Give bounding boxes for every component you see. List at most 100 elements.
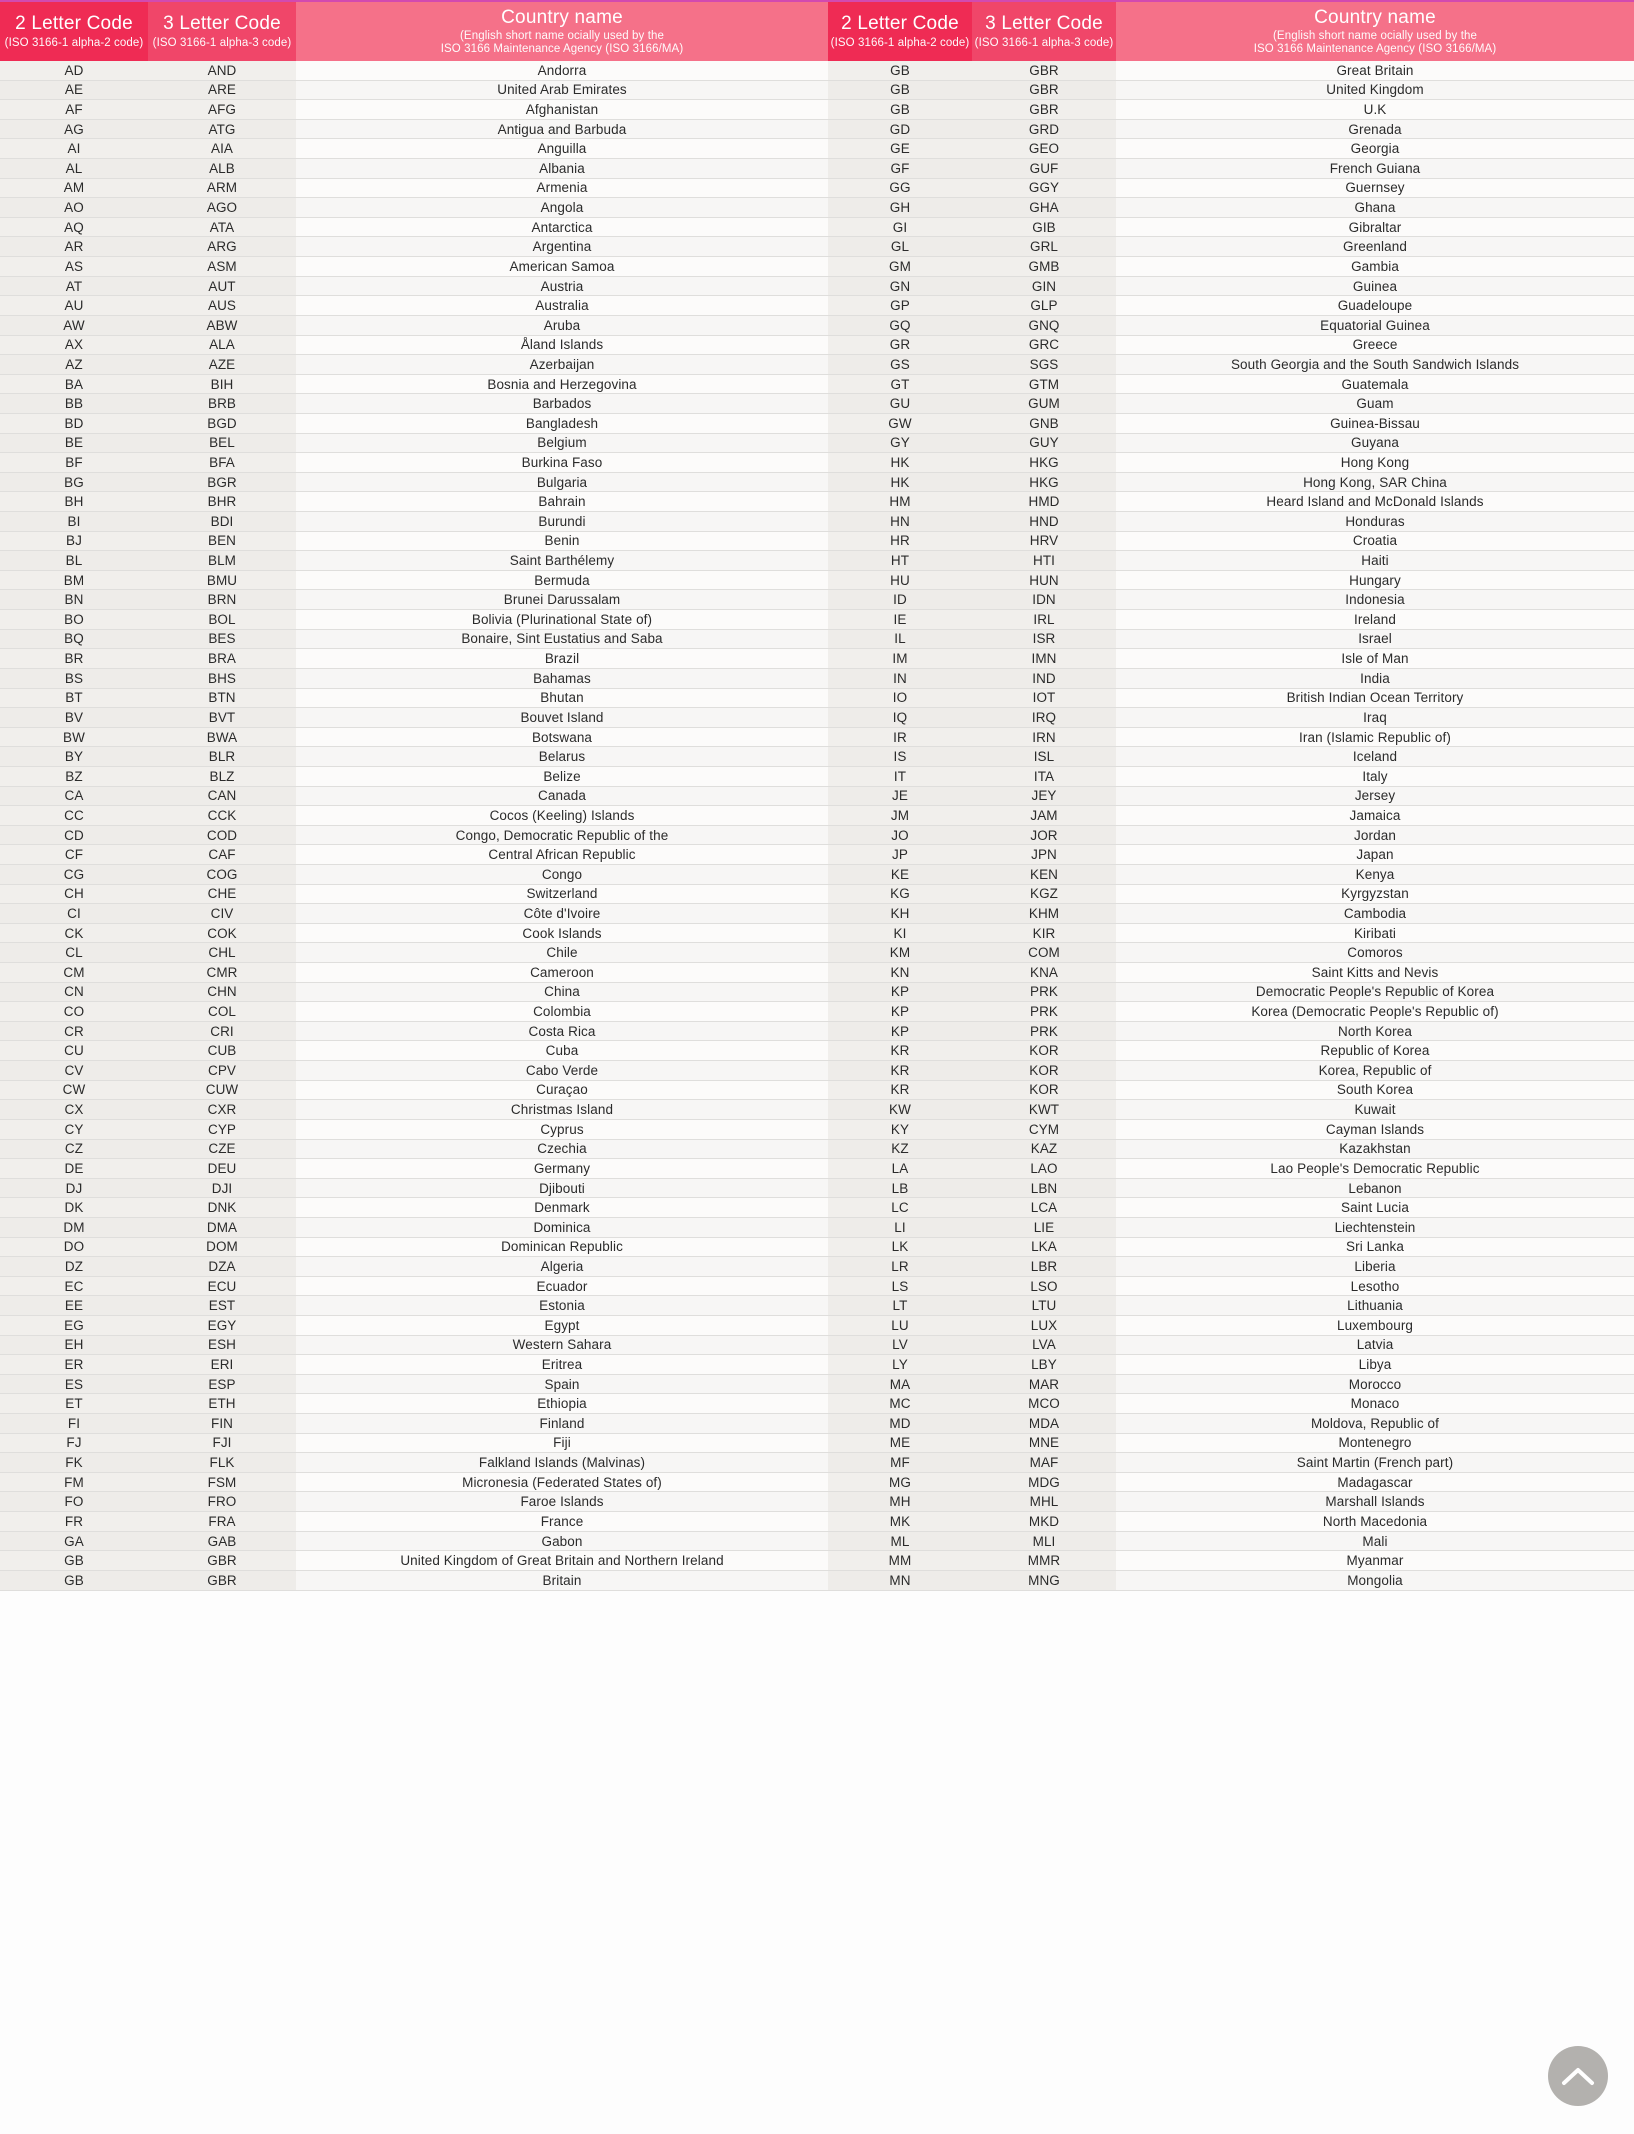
table-row: CI CIV Côte d'Ivoire (0, 904, 828, 924)
table-header-left: 2 Letter Code (ISO 3166-1 alpha-2 code) … (0, 0, 828, 61)
cell-2letter-code: CU (0, 1041, 148, 1062)
table-row: AU AUS Australia (0, 296, 828, 316)
table-row: BW BWA Botswana (0, 727, 828, 748)
table-row: LB LBN Lebanon (828, 1178, 1634, 1199)
cell-3letter-code: MAR (972, 1374, 1116, 1395)
cell-3letter-code: LVA (972, 1335, 1116, 1356)
cell-2letter-code: BZ (0, 766, 148, 787)
table-row: LY LBY Libya (828, 1355, 1634, 1375)
cell-2letter-code: BS (0, 668, 148, 689)
table-row: CY CYP Cyprus (0, 1119, 828, 1140)
cell-country-name: Bolivia (Plurinational State of) (296, 610, 828, 630)
table-row: HU HUN Hungary (828, 570, 1634, 591)
cell-country-name: Cuba (296, 1041, 828, 1062)
table-row: LA LAO Lao People's Democratic Republic (828, 1159, 1634, 1179)
table-row: BB BRB Barbados (0, 394, 828, 414)
cell-country-name: Cocos (Keeling) Islands (296, 806, 828, 826)
cell-3letter-code: GLP (972, 296, 1116, 316)
cell-country-name: Burundi (296, 512, 828, 532)
cell-3letter-code: MCO (972, 1394, 1116, 1415)
scroll-to-top-button[interactable] (1548, 2046, 1608, 2106)
cell-2letter-code: CA (0, 786, 148, 807)
cell-2letter-code: GH (828, 198, 972, 218)
cell-2letter-code: CC (0, 806, 148, 826)
cell-country-name: Japan (1116, 845, 1634, 865)
cell-country-name: Bonaire, Sint Eustatius and Saba (296, 629, 828, 650)
cell-2letter-code: BD (0, 413, 148, 434)
cell-3letter-code: KWT (972, 1100, 1116, 1120)
cell-3letter-code: HTI (972, 551, 1116, 571)
column-header-subtitle: (ISO 3166-1 alpha-2 code) (4, 36, 144, 49)
cell-2letter-code: CN (0, 982, 148, 1003)
cell-2letter-code: FR (0, 1512, 148, 1532)
cell-country-name: Azerbaijan (296, 355, 828, 375)
cell-3letter-code: ABW (148, 315, 296, 336)
cell-2letter-code: JM (828, 806, 972, 826)
table-row: AL ALB Albania (0, 159, 828, 179)
cell-country-name: Anguilla (296, 139, 828, 160)
table-row: GD GRD Grenada (828, 119, 1634, 140)
cell-3letter-code: ALB (148, 159, 296, 179)
cell-country-name: Honduras (1116, 512, 1634, 532)
column-header-title: Country name (501, 6, 623, 28)
cell-3letter-code: IRL (972, 610, 1116, 630)
table-row: AW ABW Aruba (0, 315, 828, 336)
table-row: FJ FJI Fiji (0, 1433, 828, 1454)
cell-3letter-code: FLK (148, 1453, 296, 1473)
cell-3letter-code: BWA (148, 727, 296, 748)
cell-3letter-code: JEY (972, 786, 1116, 807)
table-row: AI AIA Anguilla (0, 139, 828, 160)
country-code-table-left: 2 Letter Code (ISO 3166-1 alpha-2 code) … (0, 0, 828, 2134)
cell-country-name: Moldova, Republic of (1116, 1414, 1634, 1434)
cell-2letter-code: EG (0, 1316, 148, 1336)
cell-country-name: French Guiana (1116, 159, 1634, 179)
cell-country-name: Brunei Darussalam (296, 590, 828, 611)
cell-2letter-code: CK (0, 923, 148, 944)
cell-3letter-code: JAM (972, 806, 1116, 826)
cell-3letter-code: COG (148, 864, 296, 885)
cell-3letter-code: DOM (148, 1237, 296, 1258)
table-row: FR FRA France (0, 1512, 828, 1532)
cell-3letter-code: GBR (148, 1551, 296, 1571)
cell-2letter-code: GB (828, 100, 972, 120)
cell-country-name: Liechtenstein (1116, 1217, 1634, 1238)
cell-3letter-code: LAO (972, 1159, 1116, 1179)
cell-2letter-code: BE (0, 433, 148, 454)
cell-3letter-code: BES (148, 629, 296, 650)
cell-2letter-code: AX (0, 335, 148, 356)
cell-3letter-code: CRI (148, 1021, 296, 1042)
cell-3letter-code: ARM (148, 178, 296, 199)
cell-country-name: Kiribati (1116, 923, 1634, 944)
cell-3letter-code: DEU (148, 1159, 296, 1179)
table-row: GF GUF French Guiana (828, 159, 1634, 179)
cell-country-name: Central African Republic (296, 845, 828, 865)
cell-country-name: Aruba (296, 315, 828, 336)
cell-2letter-code: BT (0, 688, 148, 709)
column-header-subtitle-line1: (English short name ocially used by the (460, 30, 664, 43)
table-row: GB GBR United Kingdom (828, 80, 1634, 101)
cell-country-name: Congo (296, 864, 828, 885)
cell-3letter-code: BGD (148, 413, 296, 434)
cell-2letter-code: DE (0, 1159, 148, 1179)
cell-3letter-code: SGS (972, 355, 1116, 375)
cell-country-name: Cayman Islands (1116, 1119, 1634, 1140)
cell-country-name: Lithuania (1116, 1296, 1634, 1316)
cell-2letter-code: IM (828, 649, 972, 669)
cell-2letter-code: ME (828, 1433, 972, 1454)
cell-2letter-code: LA (828, 1159, 972, 1179)
cell-country-name: American Samoa (296, 257, 828, 277)
cell-2letter-code: BV (0, 708, 148, 728)
column-header-2letter-code: 2 Letter Code (ISO 3166-1 alpha-2 code) (0, 2, 148, 61)
cell-2letter-code: BY (0, 747, 148, 767)
table-row: LI LIE Liechtenstein (828, 1217, 1634, 1238)
table-row: BT BTN Bhutan (0, 688, 828, 709)
cell-country-name: Croatia (1116, 531, 1634, 552)
cell-3letter-code: KOR (972, 1080, 1116, 1101)
cell-country-name: United Kingdom of Great Britain and Nort… (296, 1551, 828, 1571)
cell-country-name: Guam (1116, 394, 1634, 414)
cell-3letter-code: KEN (972, 864, 1116, 885)
cell-country-name: Bhutan (296, 688, 828, 709)
cell-country-name: Micronesia (Federated States of) (296, 1472, 828, 1493)
column-header-3letter-code: 3 Letter Code (ISO 3166-1 alpha-3 code) (972, 2, 1116, 61)
table-row: HN HND Honduras (828, 512, 1634, 532)
